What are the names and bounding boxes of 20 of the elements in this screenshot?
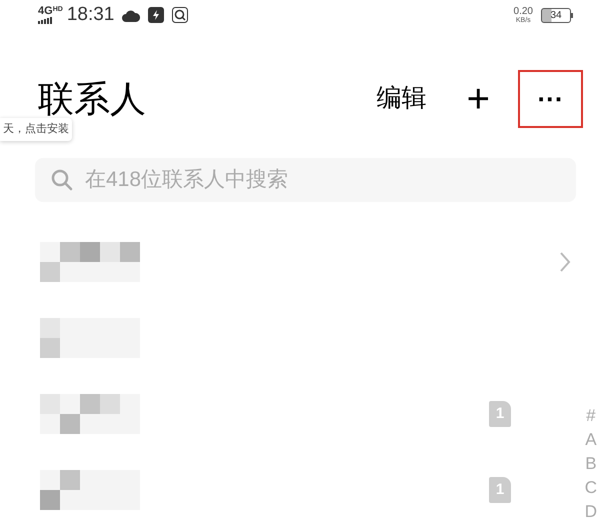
index-letter[interactable]: A (585, 428, 597, 452)
search-icon (51, 169, 73, 191)
tooltip: 天，点击安装 (0, 118, 72, 140)
signal-icon (38, 17, 52, 24)
bolt-icon (148, 7, 164, 23)
index-letter[interactable]: B (585, 452, 597, 476)
index-letter[interactable]: D (584, 500, 597, 524)
battery-indicator: 34 (541, 8, 571, 22)
more-button[interactable]: ··· (518, 70, 583, 128)
index-letter[interactable]: # (586, 404, 596, 428)
speed-value: 0.20 (514, 6, 533, 16)
page-title: 联系人 (38, 81, 146, 117)
search-field[interactable]: 在418位联系人中搜索 (35, 158, 576, 202)
edit-button[interactable]: 编辑 (376, 80, 427, 118)
add-button[interactable]: + (466, 79, 490, 119)
status-time: 18:31 (66, 2, 114, 27)
search-app-icon (172, 7, 188, 23)
index-letter[interactable]: C (584, 476, 597, 500)
cloud-icon (122, 8, 140, 22)
network-label: 4G (38, 6, 53, 17)
